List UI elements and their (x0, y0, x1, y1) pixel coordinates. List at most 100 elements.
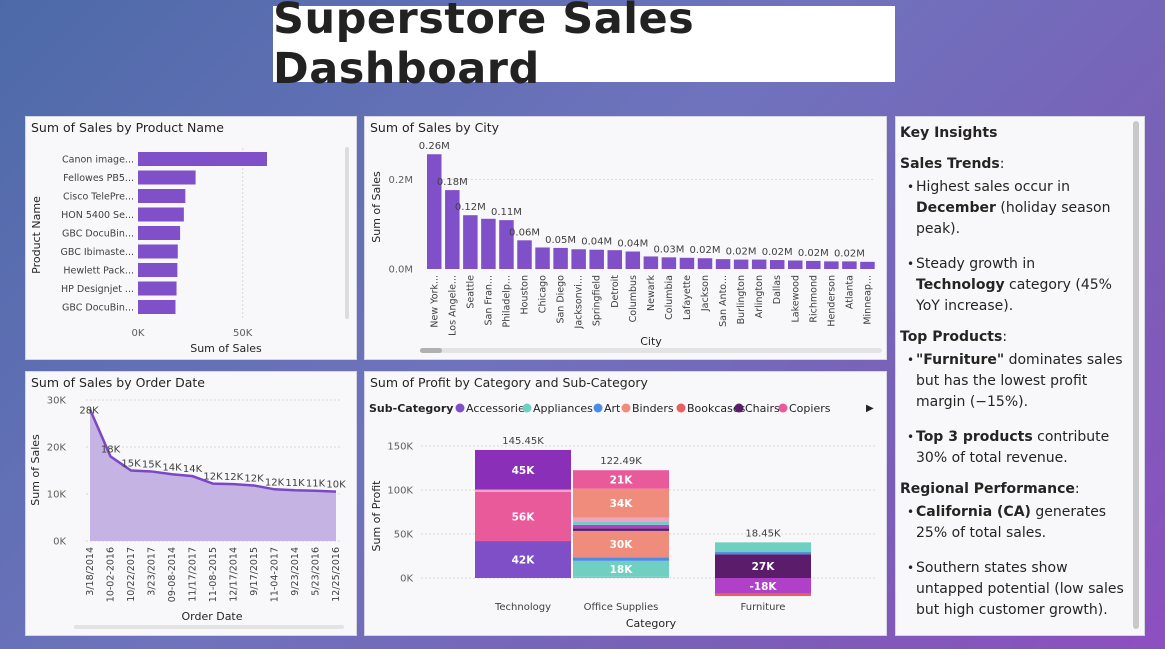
bar (138, 281, 177, 296)
bar (769, 260, 785, 269)
y-tick-label: 150K (387, 442, 413, 453)
key-insights-heading: Key Insights (900, 125, 998, 141)
insights-scrollbar[interactable] (1133, 121, 1139, 629)
stack-segment (573, 557, 669, 561)
y-tick-label: Canon image... (62, 155, 134, 166)
bar (138, 207, 184, 222)
y-tick-label: 30K (47, 396, 67, 407)
data-label: 15K (121, 459, 141, 470)
x-axis-title: Sum of Sales (190, 342, 262, 355)
insight-text: Southern states show untapped potential … (916, 560, 1124, 618)
data-label: 0.26M (419, 141, 450, 152)
x-tick-label: Chicago (538, 275, 549, 313)
legend-item: Chairs (745, 402, 780, 415)
x-tick-label: 11-08-2015 (208, 547, 219, 602)
y-tick-label: 0.2M (388, 175, 413, 186)
bar (517, 240, 532, 269)
data-label: 0.03M (653, 244, 684, 255)
insight-text: "Furniture" (916, 352, 1005, 368)
x-tick-label: Henderson (826, 275, 837, 327)
data-label: 27K (752, 561, 776, 573)
y-tick-label: 10K (47, 490, 67, 501)
legend-item: Art (604, 402, 621, 415)
y-tick-label: GBC Ibimaste... (61, 247, 135, 258)
bar (842, 261, 857, 269)
dashboard-title: Superstore Sales Dashboard (273, 0, 695, 94)
legend-marker (676, 403, 686, 413)
x-tick-label: 9/23/2014 (290, 547, 301, 596)
x-tick-label: Columbus (628, 275, 639, 322)
scrollbar (345, 147, 349, 319)
scrollbar-thumb (420, 348, 442, 353)
data-label: 0.11M (491, 207, 522, 218)
city-sales-panel[interactable]: Sum of Sales by City 0.0M 0.2M 0.26M New Yo… (364, 116, 887, 360)
legend-next-arrow: ▶ (866, 403, 874, 414)
y-tick-label: HON 5400 Se... (61, 210, 134, 221)
stack-segment (475, 489, 571, 492)
x-tick-label: Lafayette (682, 275, 693, 320)
x-tick-label: Atlanta (844, 275, 855, 309)
data-label: 14K (183, 464, 203, 475)
data-label: 0.02M (834, 248, 865, 259)
x-tick-label: San Anto... (718, 275, 729, 327)
legend-marker (734, 403, 744, 413)
total-label: 18.45K (745, 528, 781, 539)
x-tick-label: 10-02-2016 (106, 547, 117, 602)
legend-marker (455, 403, 465, 413)
data-label: 0.02M (798, 248, 829, 259)
legend-item: Accessories (466, 402, 531, 415)
x-axis-title: City (640, 335, 662, 348)
y-axis-title: Sum of Profit (370, 480, 383, 552)
data-label: 15K (142, 459, 162, 470)
x-tick-label: Los Angele... (447, 275, 458, 336)
bar (715, 259, 731, 269)
y-tick-label: 100K (387, 486, 413, 497)
x-tick-label: Newark (646, 275, 657, 311)
bar (553, 247, 568, 269)
bar (625, 251, 641, 269)
data-label: 0.04M (581, 237, 612, 248)
x-tick-label: Philadelp... (501, 275, 512, 327)
x-tick-label: 11/17/2017 (188, 547, 199, 602)
bar (860, 261, 875, 269)
insight-text: Highest sales occur in (916, 179, 1070, 195)
insight-section-title: Sales Trends: (900, 154, 1128, 175)
x-tick-label: Technology (494, 602, 551, 613)
x-tick-label: Furniture (741, 602, 786, 613)
bar (138, 244, 178, 259)
bar (589, 249, 604, 269)
data-label: 18K (101, 444, 121, 455)
data-label: 12K (244, 474, 264, 485)
y-tick-label: 50K (394, 530, 414, 541)
y-tick-label: Cisco TelePre... (63, 192, 134, 203)
profit-panel[interactable]: Sum of Profit by Category and Sub-Catego… (364, 371, 887, 636)
legend-title: Sub-Category (369, 402, 453, 415)
date-sales-panel[interactable]: Sum of Sales by Order Date 0K 10K 20K 30K 28… (25, 371, 357, 636)
x-tick-label: 5/23/2016 (311, 547, 322, 596)
legend-item: Binders (632, 402, 674, 415)
bar (535, 247, 550, 269)
bar (788, 260, 803, 269)
y-axis-title: Sum of Sales (370, 171, 383, 243)
legend-marker (593, 403, 603, 413)
insight-section-title: Regional Performance: (900, 479, 1128, 500)
bar (138, 300, 176, 314)
colon: : (999, 156, 1005, 172)
stack-segment (715, 552, 811, 555)
product-sales-panel[interactable]: Sum of Sales by Product Name 0K 50K Canon … (25, 116, 357, 360)
bullet-icon: • (907, 505, 915, 519)
x-tick-label: Richmond (808, 275, 819, 323)
bar (733, 259, 749, 269)
bar (138, 152, 267, 166)
data-label: 0.05M (545, 235, 576, 246)
x-axis-title: Order Date (181, 610, 242, 623)
key-insights-content: Key Insights Sales Trends: • Highest sales… (900, 123, 1128, 621)
data-label: -18K (749, 581, 777, 593)
bar (751, 259, 767, 269)
data-label: 28K (79, 405, 99, 416)
bar (571, 249, 586, 269)
data-label: 0.06M (509, 227, 540, 238)
legend-marker (778, 403, 788, 413)
bar (806, 260, 821, 269)
y-tick-label: 0K (400, 574, 413, 585)
